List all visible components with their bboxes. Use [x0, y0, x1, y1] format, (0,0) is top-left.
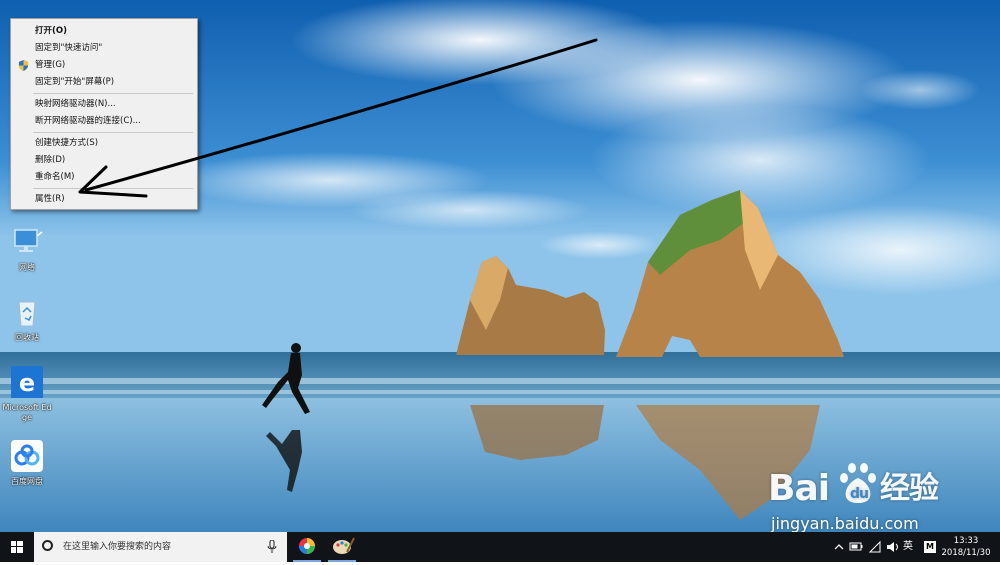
- menu-item-pin-quick-access[interactable]: 固定到"快速访问": [11, 40, 197, 57]
- desktop-icon-recycle-bin[interactable]: 回收站: [0, 296, 54, 343]
- menu-item-label: 固定到"开始"屏幕(P): [35, 77, 115, 87]
- menu-item-label: 断开网络驱动器的连接(C)...: [35, 116, 141, 126]
- menu-item-pin-start[interactable]: 固定到"开始"屏幕(P): [11, 74, 197, 91]
- ime-indicator[interactable]: M: [924, 541, 936, 553]
- recycle-bin-icon: [18, 301, 36, 327]
- watermark-url: jingyan.baidu.com: [771, 514, 919, 532]
- start-button[interactable]: [0, 532, 34, 562]
- taskbar: 在这里输入你要搜索的内容 英 M 13:33 2018/11/30: [0, 532, 1000, 562]
- menu-item-create-shortcut[interactable]: 创建快捷方式(S): [11, 135, 197, 152]
- svg-text:经验: 经验: [880, 471, 939, 506]
- edge-icon: e: [11, 366, 43, 398]
- baidu-watermark: Bai du 经验 jingyan.baidu.com: [768, 458, 968, 532]
- search-placeholder: 在这里输入你要搜索的内容: [63, 542, 172, 552]
- menu-item-rename[interactable]: 重命名(M): [11, 169, 197, 186]
- desktop-icon-baidu-netdisk[interactable]: 百度网盘: [0, 440, 54, 487]
- menu-separator: [33, 132, 193, 133]
- paint-palette-icon: [333, 537, 355, 554]
- menu-item-disconnect-network-drive[interactable]: 断开网络驱动器的连接(C)...: [11, 113, 197, 130]
- desktop-icon-network[interactable]: 网络: [0, 226, 54, 273]
- baidu-netdisk-icon: [11, 440, 43, 472]
- menu-item-label: 管理(G): [35, 60, 66, 70]
- taskbar-app-paint[interactable]: [325, 532, 359, 562]
- context-menu: 打开(O) 固定到"快速访问" 管理(G) 固定到"开始"屏幕(P) 映射网络驱…: [10, 18, 198, 210]
- menu-item-manage[interactable]: 管理(G): [11, 57, 197, 74]
- volume-icon[interactable]: [885, 532, 901, 562]
- menu-item-label: 重命名(M): [35, 172, 75, 182]
- color-wheel-icon: [299, 538, 315, 554]
- menu-item-open[interactable]: 打开(O): [11, 23, 197, 40]
- menu-item-label: 固定到"快速访问": [35, 43, 103, 53]
- menu-separator: [33, 188, 193, 189]
- wifi-icon[interactable]: [867, 532, 883, 562]
- menu-item-delete[interactable]: 删除(D): [11, 152, 197, 169]
- cortana-icon: [42, 540, 53, 551]
- desktop-icon-label: 回收站: [15, 333, 39, 342]
- menu-item-label: 映射网络驱动器(N)...: [35, 99, 116, 109]
- menu-separator: [33, 93, 193, 94]
- svg-text:Bai: Bai: [768, 468, 829, 509]
- desktop-icon-label: 百度网盘: [11, 477, 43, 486]
- menu-item-label: 删除(D): [35, 155, 66, 165]
- svg-text:e: e: [19, 369, 35, 397]
- network-icon: [14, 229, 43, 252]
- desktop-icon-edge[interactable]: e Microsoft Edge: [0, 366, 54, 423]
- microphone-icon[interactable]: [267, 540, 277, 554]
- clock-time: 13:33: [953, 536, 979, 546]
- baidu-logo-icon: Bai du 经验: [768, 463, 940, 509]
- menu-item-map-network-drive[interactable]: 映射网络驱动器(N)...: [11, 96, 197, 113]
- windows-logo-icon: [11, 541, 23, 553]
- menu-item-label: 创建快捷方式(S): [35, 138, 99, 148]
- desktop-icon-label: 网络: [19, 263, 35, 272]
- taskbar-app-color-picker[interactable]: [290, 532, 324, 562]
- menu-item-label: 属性(R): [35, 194, 65, 204]
- chevron-up-icon[interactable]: [832, 532, 846, 562]
- shield-icon: [18, 60, 29, 71]
- battery-icon[interactable]: [848, 532, 864, 562]
- language-indicator[interactable]: 英: [903, 532, 913, 562]
- menu-item-properties[interactable]: 属性(R): [11, 191, 197, 208]
- clock-date: 2018/11/30: [941, 548, 991, 558]
- svg-text:du: du: [850, 486, 868, 502]
- system-clock[interactable]: 13:33 2018/11/30: [938, 535, 994, 559]
- desktop-icon-label: Microsoft Edge: [2, 403, 52, 422]
- menu-item-label: 打开(O): [35, 26, 67, 36]
- desktop: 网络 回收站 e Microsoft Edge 百度网盘 打开(O) 固定到"快…: [0, 0, 1000, 532]
- taskbar-search-box[interactable]: 在这里输入你要搜索的内容: [34, 532, 287, 562]
